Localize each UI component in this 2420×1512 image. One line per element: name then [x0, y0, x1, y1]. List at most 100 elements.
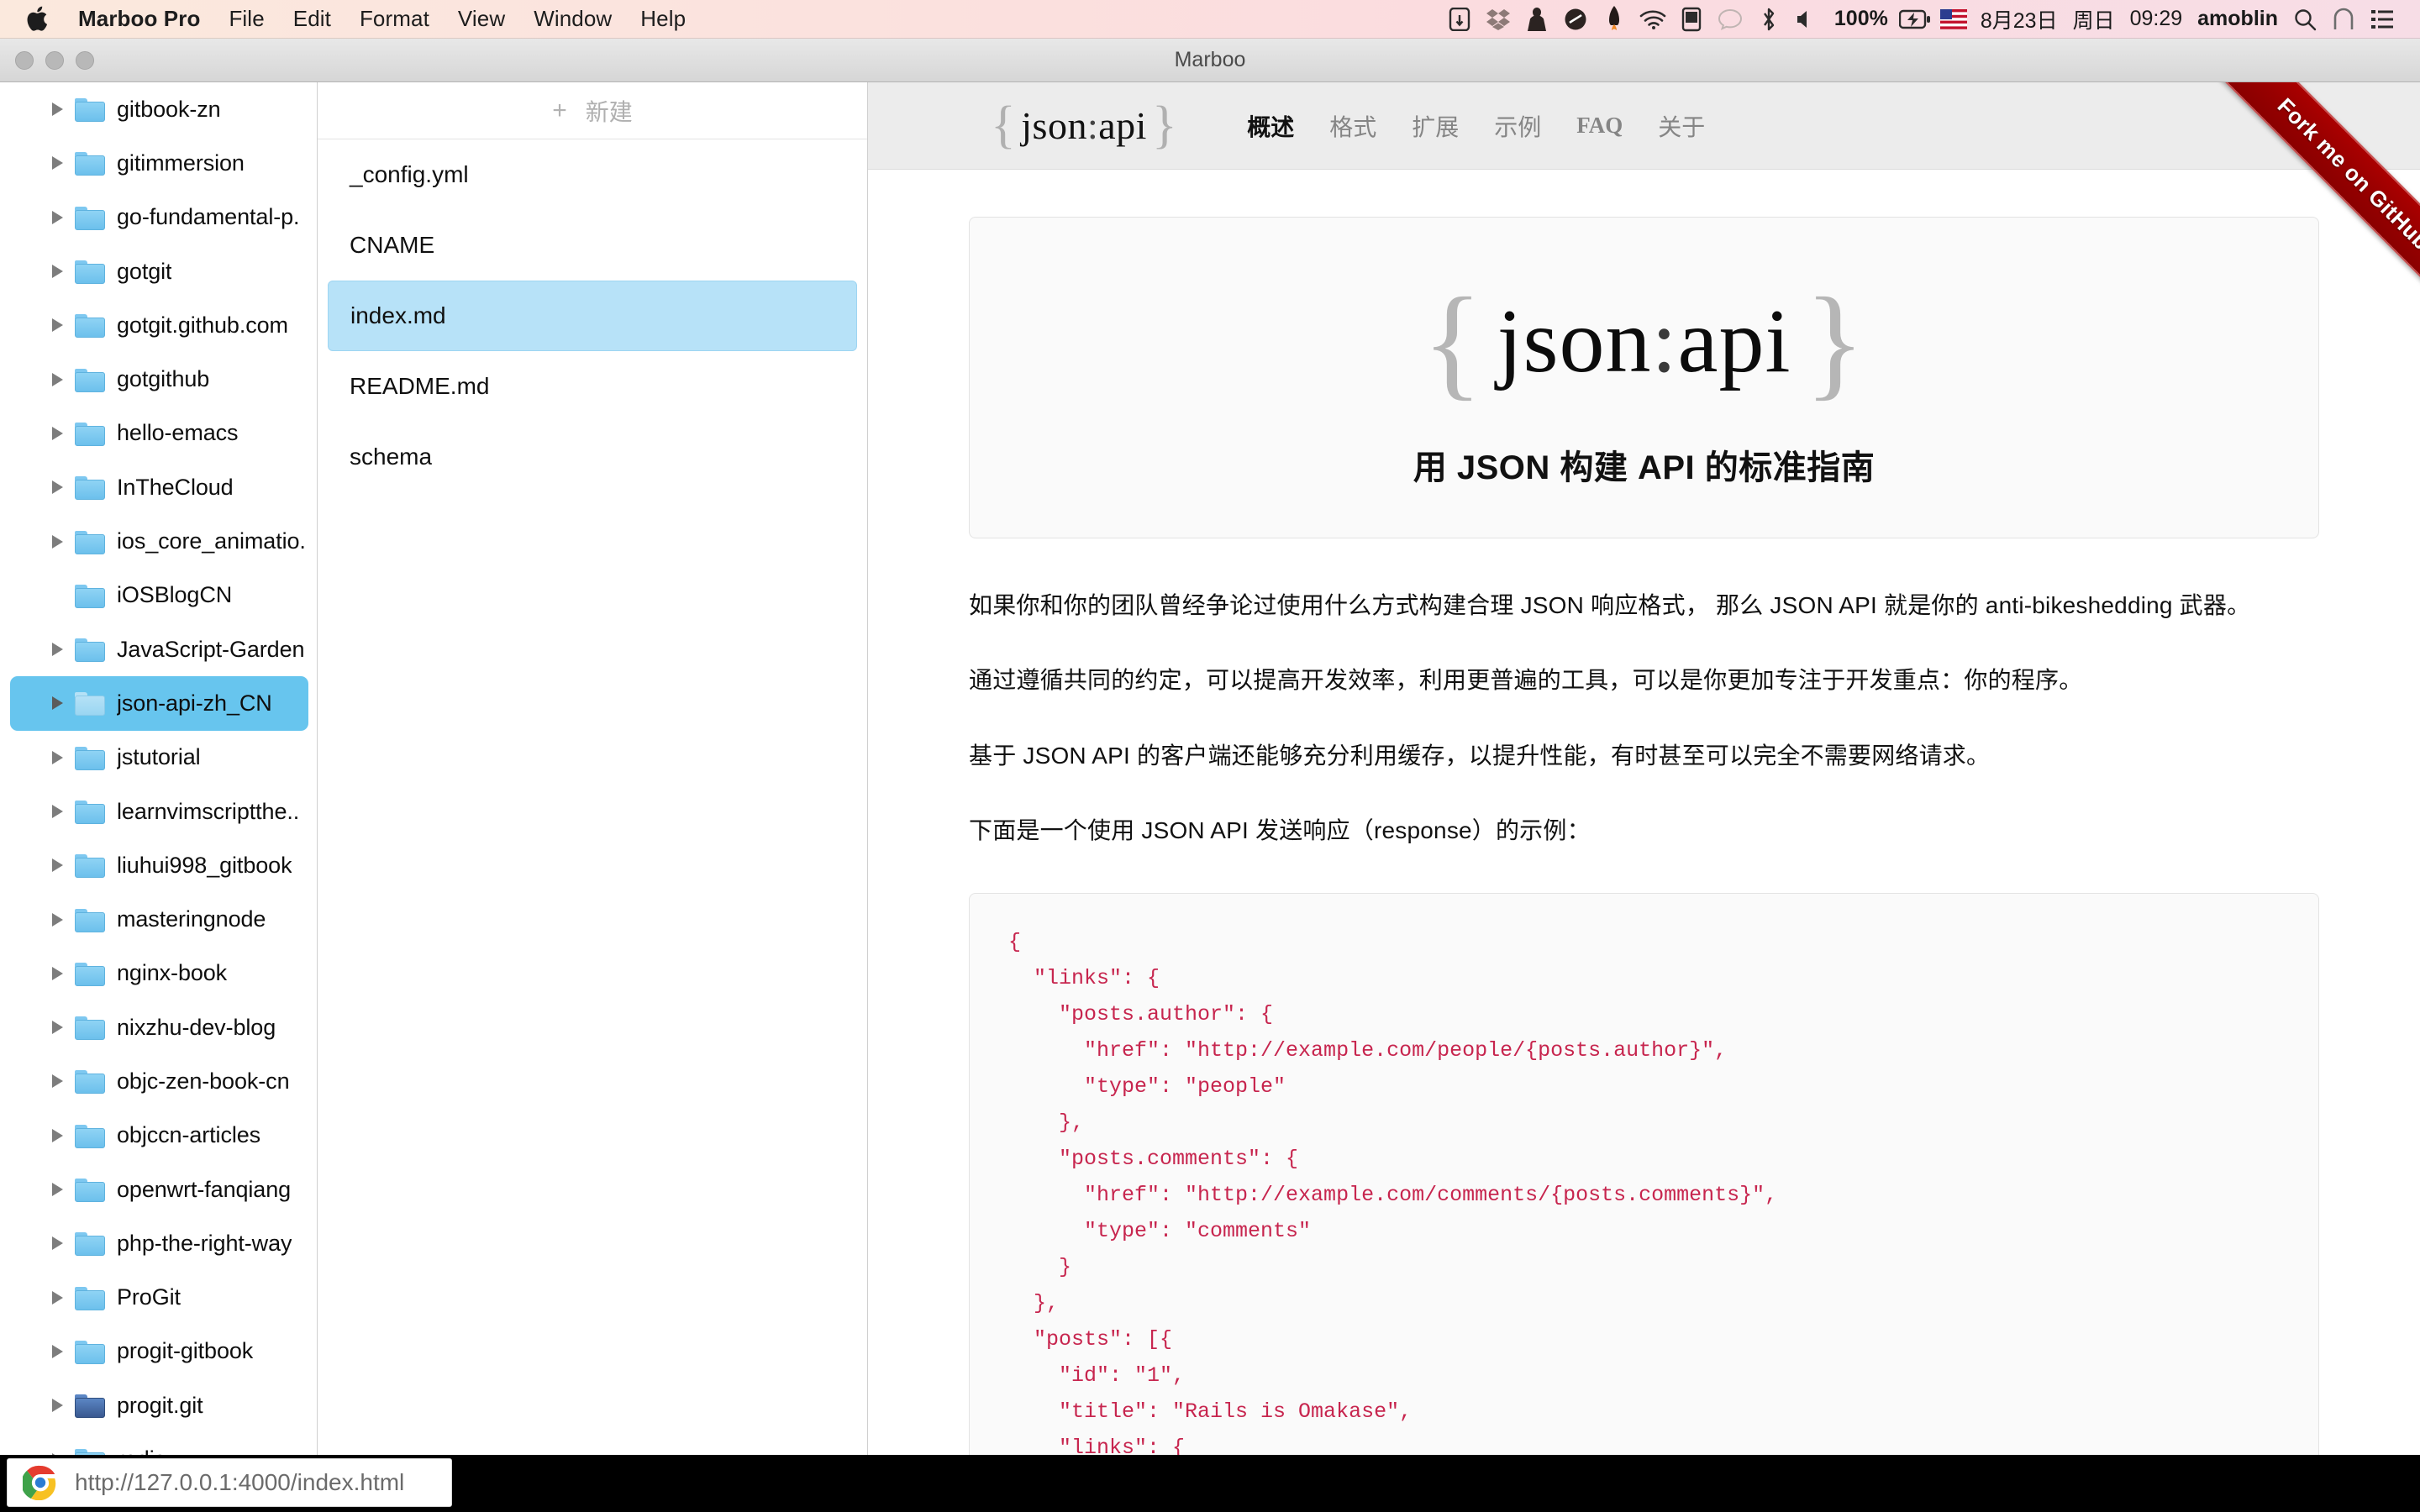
- tree-row[interactable]: jstutorial: [0, 731, 317, 785]
- alfred-icon[interactable]: [1518, 5, 1556, 34]
- us-flag-icon[interactable]: [1934, 5, 1973, 34]
- hero-logo: {json:api}: [1408, 273, 1879, 412]
- rocket-icon[interactable]: [1595, 5, 1634, 34]
- disclosure-triangle-icon[interactable]: [52, 265, 63, 278]
- tree-row[interactable]: masteringnode: [0, 892, 317, 946]
- tree-row[interactable]: go-fundamental-p.: [0, 191, 317, 244]
- tree-row[interactable]: JavaScript-Garden: [0, 622, 317, 676]
- search-icon[interactable]: [2286, 5, 2324, 34]
- status-url-text: http://127.0.0.1:4000/index.html: [75, 1469, 404, 1496]
- disclosure-triangle-icon[interactable]: [52, 102, 63, 116]
- bluetooth-icon[interactable]: [1749, 5, 1788, 34]
- disclosure-triangle-icon[interactable]: [52, 913, 63, 927]
- fork-me-on-github-ribbon[interactable]: Fork me on GitHub: [2143, 82, 2420, 360]
- tree-row[interactable]: progit-gitbook: [0, 1325, 317, 1378]
- tree-row[interactable]: InTheCloud: [0, 460, 317, 514]
- disclosure-triangle-icon[interactable]: [52, 1345, 63, 1358]
- hero-open-brace: {: [1408, 273, 1497, 412]
- file-name-label: README.md: [350, 373, 489, 400]
- menu-window[interactable]: Window: [519, 6, 626, 32]
- disclosure-triangle-icon[interactable]: [52, 318, 63, 332]
- battery-charging-icon[interactable]: [1896, 5, 1934, 34]
- tree-row[interactable]: objccn-articles: [0, 1109, 317, 1163]
- disclosure-triangle-icon[interactable]: [52, 805, 63, 818]
- new-file-button[interactable]: + 新建: [318, 82, 867, 139]
- tree-row[interactable]: ios_core_animatio.: [0, 514, 317, 568]
- site-nav-link-概述[interactable]: 概述: [1229, 109, 1312, 143]
- disclosure-triangle-icon[interactable]: [52, 1236, 63, 1250]
- tree-row[interactable]: progit.git: [0, 1378, 317, 1432]
- screen-mirroring-icon[interactable]: [1440, 5, 1479, 34]
- disclosure-triangle-icon[interactable]: [52, 480, 63, 494]
- tree-row[interactable]: php-the-right-way: [0, 1216, 317, 1270]
- dropbox-icon[interactable]: [1479, 5, 1518, 34]
- tree-row[interactable]: gitbook-zn: [0, 82, 317, 136]
- tree-row[interactable]: openwrt-fanqiang: [0, 1163, 317, 1216]
- tree-row[interactable]: gitimmersion: [0, 136, 317, 190]
- disclosure-triangle-icon[interactable]: [52, 1129, 63, 1142]
- disclosure-triangle-icon[interactable]: [52, 1399, 63, 1412]
- menu-help[interactable]: Help: [626, 6, 700, 32]
- disclosure-triangle-icon[interactable]: [52, 967, 63, 980]
- site-nav-link-格式[interactable]: 格式: [1312, 109, 1394, 143]
- menu-user-label[interactable]: amoblin: [2190, 7, 2286, 31]
- disclosure-triangle-icon[interactable]: [52, 156, 63, 170]
- notification-center-icon[interactable]: [2363, 5, 2402, 34]
- menu-format[interactable]: Format: [345, 6, 444, 32]
- tree-row[interactable]: json-api-zh_CN: [10, 676, 308, 730]
- menu-view[interactable]: View: [444, 6, 519, 32]
- disclosure-triangle-icon[interactable]: [52, 1183, 63, 1196]
- file-list-item[interactable]: _config.yml: [328, 139, 857, 210]
- tree-row[interactable]: hello-emacs: [0, 407, 317, 460]
- messages-icon[interactable]: [1711, 5, 1749, 34]
- tree-row[interactable]: liuhui998_gitbook: [0, 838, 317, 892]
- disclosure-triangle-icon[interactable]: [52, 373, 63, 386]
- tree-row[interactable]: learnvimscriptthe..: [0, 785, 317, 838]
- tree-row[interactable]: gotgithub: [0, 352, 317, 406]
- site-nav-link-FAQ[interactable]: FAQ: [1559, 113, 1640, 139]
- file-list-item[interactable]: README.md: [328, 351, 857, 422]
- apple-logo-icon[interactable]: [25, 6, 49, 33]
- close-button[interactable]: [15, 51, 34, 70]
- siri-icon[interactable]: [2324, 5, 2363, 34]
- tree-item-label: learnvimscriptthe..: [117, 799, 299, 825]
- disclosure-triangle-icon[interactable]: [52, 1021, 63, 1034]
- disclosure-triangle-icon[interactable]: [52, 751, 63, 764]
- site-nav-link-扩展[interactable]: 扩展: [1394, 109, 1476, 143]
- project-tree-pane[interactable]: gitbook-zngitimmersiongo-fundamental-p.g…: [0, 82, 318, 1467]
- wifi-icon[interactable]: [1634, 5, 1672, 34]
- tree-row[interactable]: iOSBlogCN: [0, 569, 317, 622]
- disclosure-triangle-icon[interactable]: [52, 696, 63, 710]
- file-list-item[interactable]: CNAME: [328, 210, 857, 281]
- volume-icon[interactable]: [1788, 5, 1827, 34]
- tree-item-label: liuhui998_gitbook: [117, 853, 292, 879]
- disclosure-triangle-icon[interactable]: [52, 535, 63, 549]
- file-list-item[interactable]: schema: [328, 422, 857, 492]
- menu-file[interactable]: File: [214, 6, 278, 32]
- folder-icon: [75, 1125, 103, 1147]
- disclosure-triangle-icon[interactable]: [52, 427, 63, 440]
- file-list-item[interactable]: index.md: [328, 281, 857, 351]
- menu-app-name[interactable]: Marboo Pro: [64, 6, 214, 32]
- window-titlebar[interactable]: Marboo: [0, 39, 2420, 82]
- disclosure-triangle-icon[interactable]: [52, 643, 63, 656]
- tree-row[interactable]: nixzhu-dev-blog: [0, 1000, 317, 1054]
- battery-menu-icon[interactable]: [1672, 5, 1711, 34]
- tree-row[interactable]: gotgit.github.com: [0, 298, 317, 352]
- tree-row[interactable]: nginx-book: [0, 947, 317, 1000]
- disclosure-triangle-icon[interactable]: [52, 1291, 63, 1305]
- disclosure-triangle-icon[interactable]: [52, 858, 63, 872]
- site-nav-link-关于[interactable]: 关于: [1640, 109, 1723, 143]
- minimize-button[interactable]: [45, 51, 64, 70]
- site-logo[interactable]: {json:api}: [986, 96, 1182, 155]
- disclosure-triangle-icon[interactable]: [52, 1074, 63, 1088]
- menu-edit[interactable]: Edit: [279, 6, 345, 32]
- vpn-icon[interactable]: [1556, 5, 1595, 34]
- site-nav-link-示例[interactable]: 示例: [1476, 109, 1559, 143]
- tree-row[interactable]: ProGit: [0, 1271, 317, 1325]
- hero-section: {json:api} 用 JSON 构建 API 的标准指南: [969, 217, 2319, 538]
- zoom-button[interactable]: [76, 51, 94, 70]
- disclosure-triangle-icon[interactable]: [52, 211, 63, 224]
- tree-row[interactable]: gotgit: [0, 244, 317, 298]
- tree-row[interactable]: objc-zen-book-cn: [0, 1054, 317, 1108]
